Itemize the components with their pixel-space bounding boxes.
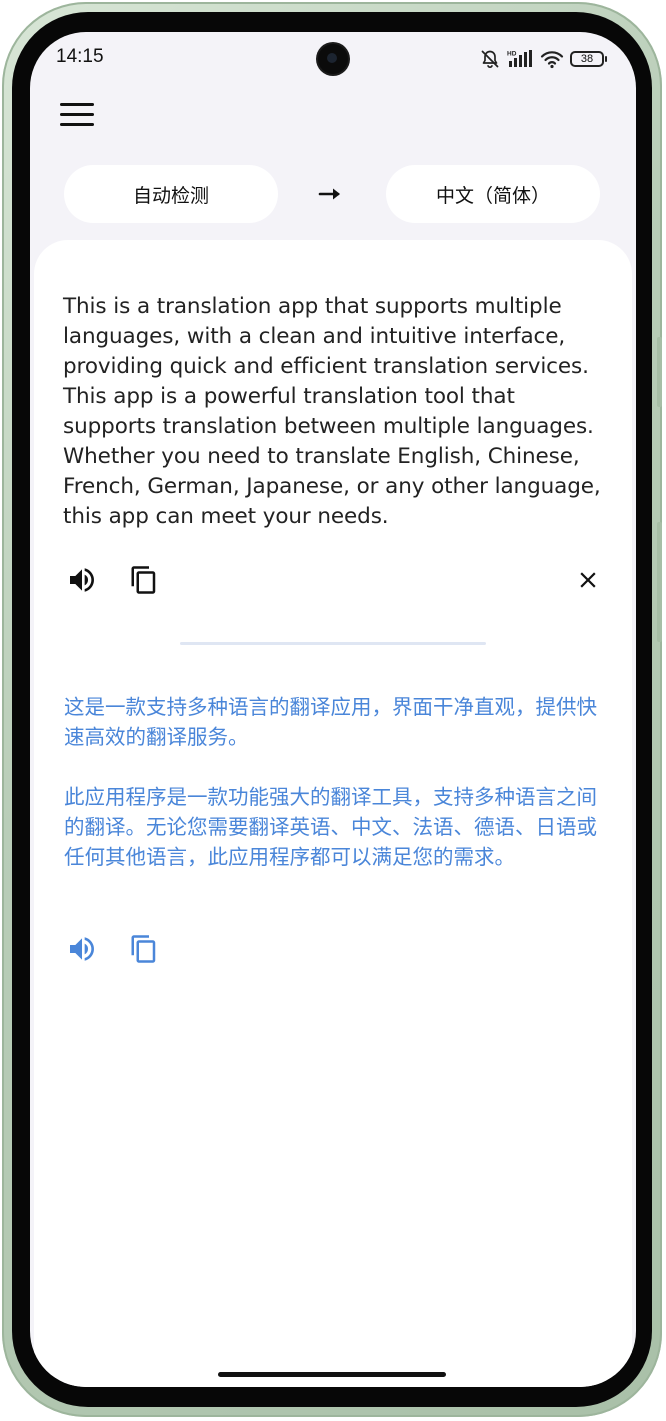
speaker-icon[interactable]: [62, 560, 102, 600]
status-time: 14:15: [56, 46, 104, 67]
bell-off-icon: [481, 50, 499, 69]
signal-icon: HD: [507, 50, 532, 67]
source-language-label: 自动检测: [132, 184, 209, 207]
hamburger-menu-icon[interactable]: [60, 98, 100, 130]
right-arrow-icon[interactable]: [316, 180, 346, 208]
home-indicator[interactable]: [218, 1372, 446, 1377]
speaker-icon[interactable]: [62, 929, 102, 969]
target-language-selector[interactable]: 中文（简体）: [386, 165, 600, 223]
battery-indicator: 38: [570, 51, 607, 67]
front-camera: [318, 44, 348, 74]
translated-text[interactable]: 这是一款支持多种语言的翻译应用，界面干净直观，提供快速高效的翻译服务。 此应用程…: [64, 692, 604, 872]
copy-icon[interactable]: [124, 929, 164, 969]
status-bar: 14:15 HD 38: [30, 32, 636, 88]
source-language-selector[interactable]: 自动检测: [64, 165, 278, 223]
volume-button: [657, 337, 662, 407]
app-screen: 14:15 HD 38 自动检测 中文（简体） This is a transl…: [30, 32, 636, 1387]
copy-icon[interactable]: [124, 560, 164, 600]
target-language-label: 中文（简体）: [435, 184, 550, 207]
close-icon[interactable]: [568, 560, 608, 600]
section-divider: [180, 642, 486, 645]
wifi-icon: [540, 51, 564, 69]
battery-level: 38: [580, 53, 594, 65]
status-icons: HD 38: [480, 47, 607, 71]
source-text[interactable]: This is a translation app that supports …: [63, 292, 609, 532]
translation-card: This is a translation app that supports …: [34, 240, 632, 1387]
phone-frame: 14:15 HD 38 自动检测 中文（简体） This is a transl…: [2, 2, 662, 1417]
network-type-label: HD: [507, 51, 517, 58]
power-button: [657, 522, 662, 642]
